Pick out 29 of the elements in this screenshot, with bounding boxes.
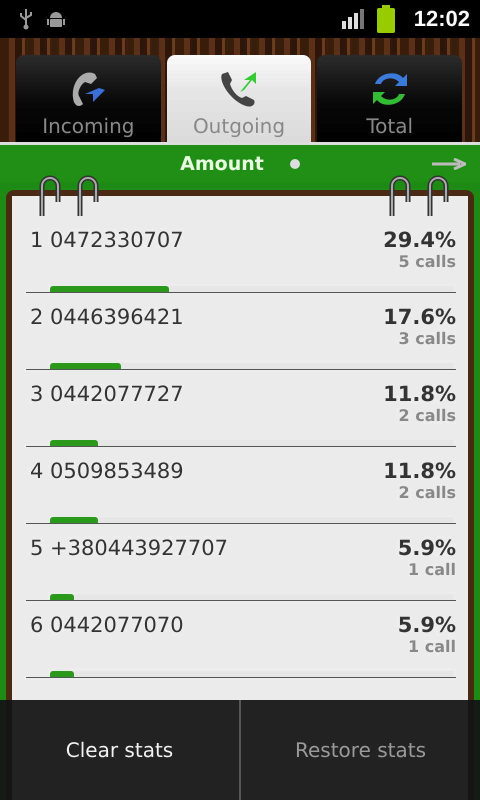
call-count: 2 calls (398, 483, 456, 502)
tab[interactable]: Total (317, 55, 462, 142)
phone-number: 4 0509853489 (30, 459, 184, 483)
percentage: 11.8% (383, 459, 456, 483)
battery-icon (376, 5, 396, 33)
arrow-icon[interactable] (432, 158, 466, 170)
percentage: 11.8% (383, 382, 456, 406)
clock: 12:02 (414, 6, 470, 32)
phone-number: 1 0472330707 (30, 228, 184, 252)
call-count: 3 calls (398, 329, 456, 348)
call-count: 5 calls (398, 252, 456, 271)
call-count: 1 call (408, 637, 456, 656)
percentage: 5.9% (398, 536, 456, 560)
percentage: 5.9% (398, 613, 456, 637)
call-count: 2 calls (398, 406, 456, 425)
phone-number: 2 0446396421 (30, 305, 184, 329)
phone-number: 5 +380443927707 (30, 536, 228, 560)
signal-icon (342, 9, 364, 29)
phone-number: 3 0442077727 (30, 382, 184, 406)
android-icon (46, 9, 66, 29)
phone-number: 6 0442077070 (30, 613, 184, 637)
dot-icon (290, 158, 300, 168)
tab[interactable]: Incoming (16, 55, 161, 142)
call-count: 1 call (408, 560, 456, 579)
percentage: 17.6% (383, 305, 456, 329)
usb-icon (18, 8, 34, 30)
menu-button[interactable]: Clear stats (0, 700, 241, 800)
percentage: 29.4% (383, 228, 456, 252)
header-title[interactable]: Amount (180, 152, 264, 174)
